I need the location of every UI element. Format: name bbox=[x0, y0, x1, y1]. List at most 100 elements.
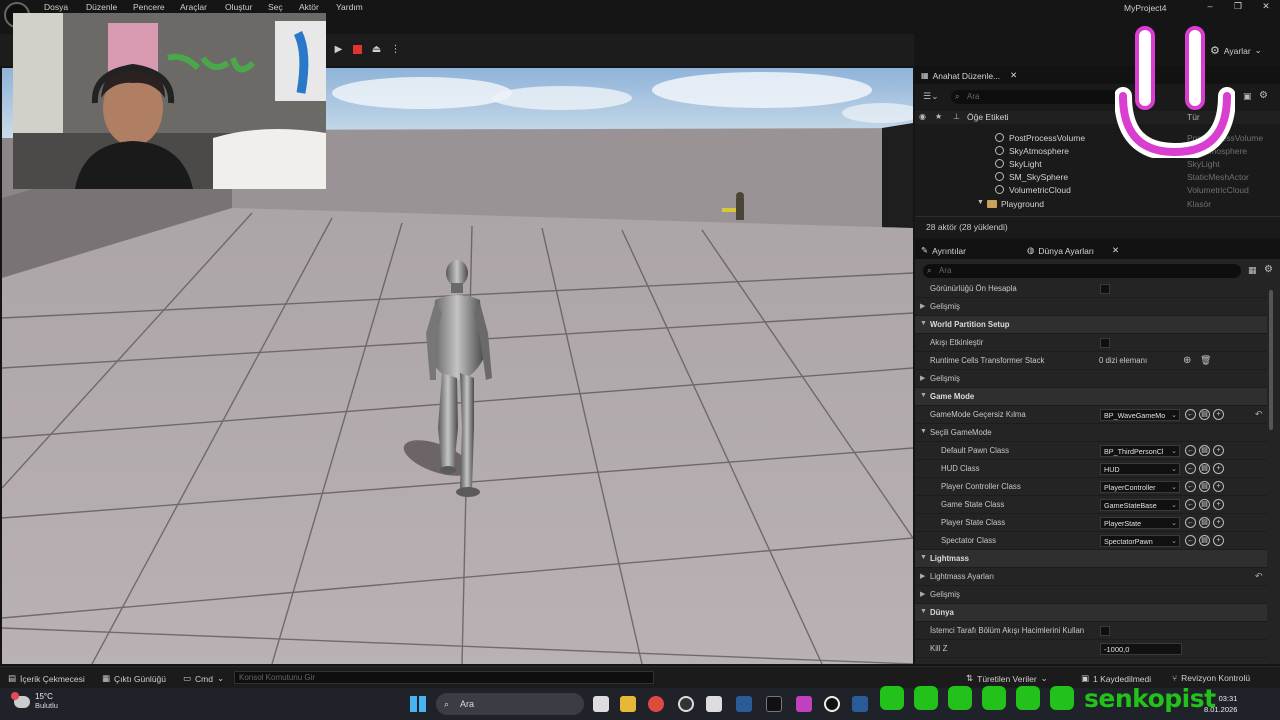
content-drawer-button[interactable]: ▤ İçerik Çekmecesi bbox=[8, 673, 85, 684]
menu-file[interactable]: Dosya bbox=[44, 2, 68, 12]
chrome-icon[interactable] bbox=[648, 696, 664, 712]
menu-help[interactable]: Yardım bbox=[336, 2, 363, 12]
close-tab-icon[interactable]: ✕ bbox=[1010, 70, 1017, 81]
close-icon[interactable]: ✕ bbox=[1256, 1, 1276, 12]
section-advanced[interactable]: ▶ Gelişmiş bbox=[915, 370, 1267, 388]
details-scrollbar[interactable] bbox=[1269, 290, 1273, 430]
reset-icon[interactable]: ↶ bbox=[1255, 571, 1263, 582]
player-state-select[interactable]: PlayerState ⌄ bbox=[1100, 517, 1180, 529]
app-icon[interactable] bbox=[796, 696, 812, 712]
browse-back-icon[interactable]: ← bbox=[1185, 481, 1196, 492]
derived-data-button[interactable]: ⇅ Türetilen Veriler ⌄ bbox=[966, 673, 1048, 684]
tab-world-settings[interactable]: ◍ Dünya Ayarları ✕ bbox=[1027, 245, 1119, 256]
pin-icon[interactable]: ⊥ bbox=[953, 112, 960, 121]
browse-folder-icon[interactable]: ▤ bbox=[1199, 481, 1210, 492]
tab-outliner[interactable]: ▦ Anahat Düzenle... ✕ bbox=[921, 70, 1017, 81]
browse-folder-icon[interactable]: ▤ bbox=[1199, 499, 1210, 510]
steam-running-icon[interactable] bbox=[852, 696, 868, 712]
trash-icon[interactable]: 🗑 bbox=[1200, 355, 1211, 366]
browse-back-icon[interactable]: ← bbox=[1185, 517, 1196, 528]
add-icon[interactable]: + bbox=[1213, 463, 1224, 474]
task-view-icon[interactable] bbox=[593, 696, 609, 712]
filter-icon[interactable]: ☰⌄ bbox=[923, 91, 939, 102]
spectator-class-select[interactable]: SpectatorPawn ⌄ bbox=[1100, 535, 1180, 547]
add-element-icon[interactable]: ⊕ bbox=[1183, 355, 1191, 366]
game-state-select[interactable]: GameStateBase ⌄ bbox=[1100, 499, 1180, 511]
section-advanced[interactable]: ▶ Gelişmiş bbox=[915, 586, 1267, 604]
menu-select[interactable]: Seç bbox=[268, 2, 283, 12]
taskbar-search[interactable]: ⌕ Ara bbox=[436, 693, 584, 715]
browse-folder-icon[interactable]: ▤ bbox=[1199, 409, 1210, 420]
col-item-label[interactable]: Öğe Etiketi bbox=[967, 112, 1009, 122]
add-icon[interactable]: + bbox=[1213, 517, 1224, 528]
unreal-engine-icon[interactable] bbox=[824, 696, 840, 712]
browse-back-icon[interactable]: ← bbox=[1185, 499, 1196, 510]
add-folder-icon[interactable]: ▣ bbox=[1243, 91, 1252, 102]
kill-z-input[interactable]: -1000,0 bbox=[1100, 643, 1182, 655]
add-icon[interactable]: + bbox=[1213, 445, 1224, 456]
details-settings-icon[interactable]: ⚙ bbox=[1264, 264, 1273, 275]
category-world-partition[interactable]: ▼ World Partition Setup bbox=[915, 316, 1267, 334]
menu-build[interactable]: Oluştur bbox=[225, 2, 252, 12]
table-view-icon[interactable]: ▦ bbox=[1248, 265, 1257, 276]
add-icon[interactable]: + bbox=[1213, 535, 1224, 546]
expand-arrow-icon[interactable]: ▼ bbox=[977, 199, 984, 206]
player-controller-select[interactable]: PlayerController ⌄ bbox=[1100, 481, 1180, 493]
epic-games-icon[interactable] bbox=[766, 696, 782, 712]
eject-icon[interactable]: ⏏ bbox=[370, 43, 383, 56]
weather-widget[interactable]: 15°C Bulutlu bbox=[11, 692, 58, 710]
add-icon[interactable]: + bbox=[1213, 409, 1224, 420]
category-lightmass[interactable]: ▼ Lightmass bbox=[915, 550, 1267, 568]
add-icon[interactable]: + bbox=[1213, 499, 1224, 510]
star-icon[interactable]: ★ bbox=[935, 112, 942, 121]
browse-folder-icon[interactable]: ▤ bbox=[1199, 517, 1210, 528]
outliner-folder-row[interactable]: ▼ Playground Klasör bbox=[915, 198, 1280, 211]
add-icon[interactable]: + bbox=[1213, 481, 1224, 492]
category-game-mode[interactable]: ▼ Game Mode bbox=[915, 388, 1267, 406]
obs-icon[interactable] bbox=[678, 696, 694, 712]
menu-edit[interactable]: Düzenle bbox=[86, 2, 117, 12]
details-search-input[interactable]: ⌕ Ara bbox=[923, 264, 1241, 278]
outliner-search-input[interactable]: ⌕ Ara bbox=[951, 90, 1131, 104]
console-command-input[interactable]: Konsol Komutunu Gir bbox=[234, 671, 654, 684]
stop-button[interactable] bbox=[351, 43, 364, 56]
unsaved-button[interactable]: ▣ 1 Kaydedilmedi bbox=[1081, 673, 1151, 684]
browse-back-icon[interactable]: ← bbox=[1185, 409, 1196, 420]
menu-tools[interactable]: Araçlar bbox=[180, 2, 207, 12]
checkbox[interactable] bbox=[1100, 338, 1110, 348]
checkbox[interactable] bbox=[1100, 626, 1110, 636]
notes-icon[interactable] bbox=[706, 696, 722, 712]
browse-back-icon[interactable]: ← bbox=[1185, 535, 1196, 546]
resume-icon[interactable]: ▶ bbox=[332, 43, 345, 56]
category-world[interactable]: ▼ Dünya bbox=[915, 604, 1267, 622]
checkbox[interactable] bbox=[1100, 284, 1110, 294]
menu-window[interactable]: Pencere bbox=[133, 2, 165, 12]
tab-details[interactable]: ✎ Ayrıntılar bbox=[921, 245, 966, 256]
outliner-row[interactable]: SM_SkySphere StaticMeshActor bbox=[915, 171, 1280, 184]
more-options-icon[interactable]: ⋮ bbox=[389, 43, 402, 56]
steam-icon[interactable] bbox=[736, 696, 752, 712]
file-explorer-icon[interactable] bbox=[620, 696, 636, 712]
outliner-row[interactable]: VolumetricCloud VolumetricCloud bbox=[915, 184, 1280, 197]
menu-actor[interactable]: Aktör bbox=[299, 2, 319, 12]
minimize-icon[interactable]: – bbox=[1200, 1, 1220, 11]
output-log-button[interactable]: ▦ Çıktı Günlüğü bbox=[102, 673, 166, 684]
default-pawn-select[interactable]: BP_ThirdPersonCl ⌄ bbox=[1100, 445, 1180, 457]
section-advanced[interactable]: ▶ Gelişmiş bbox=[915, 298, 1267, 316]
reset-icon[interactable]: ↶ bbox=[1255, 409, 1263, 420]
browse-folder-icon[interactable]: ▤ bbox=[1199, 445, 1210, 456]
browse-folder-icon[interactable]: ▤ bbox=[1199, 535, 1210, 546]
outliner-row[interactable]: SkyLight SkyLight bbox=[915, 158, 1280, 171]
windows-start-icon[interactable] bbox=[410, 696, 426, 712]
section-selected-gamemode[interactable]: ▼ Seçili GameMode bbox=[915, 424, 1267, 442]
outliner-settings-icon[interactable]: ⚙ bbox=[1259, 90, 1268, 101]
hud-class-select[interactable]: HUD ⌄ bbox=[1100, 463, 1180, 475]
revision-control-button[interactable]: ⑂ Revizyon Kontrolü bbox=[1172, 673, 1250, 683]
gamemode-override-select[interactable]: BP_WaveGameMo ⌄ bbox=[1100, 409, 1180, 421]
browse-folder-icon[interactable]: ▤ bbox=[1199, 463, 1210, 474]
cmd-button[interactable]: ▭ Cmd ⌄ bbox=[183, 673, 224, 684]
eye-icon[interactable]: ◉ bbox=[919, 112, 926, 121]
close-tab-icon[interactable]: ✕ bbox=[1112, 245, 1119, 256]
maximize-icon[interactable]: ❐ bbox=[1228, 1, 1248, 12]
browse-back-icon[interactable]: ← bbox=[1185, 445, 1196, 456]
